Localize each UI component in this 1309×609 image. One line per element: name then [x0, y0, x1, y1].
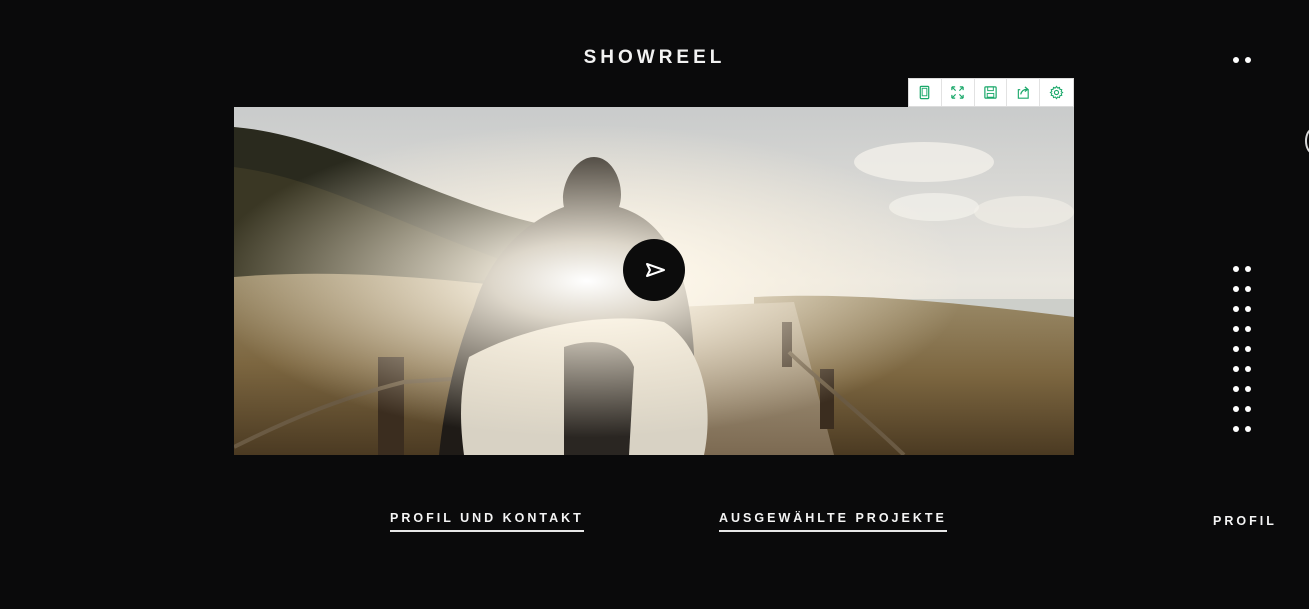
projekte-link[interactable]: AUSGEWÄHLTE PROJEKTE	[719, 511, 947, 532]
profil-kontakt-link[interactable]: PROFIL UND KONTAKT	[390, 511, 584, 532]
showreel-video[interactable]	[234, 107, 1074, 455]
save-disk-icon	[984, 86, 997, 99]
mobile-frame-icon	[920, 85, 930, 100]
expand-button[interactable]	[942, 79, 975, 106]
save-button[interactable]	[975, 79, 1008, 106]
share-button[interactable]	[1007, 79, 1041, 106]
menu-dots-icon[interactable]	[1233, 57, 1257, 63]
mobile-frame-button[interactable]	[909, 79, 942, 106]
share-arrow-icon	[1017, 86, 1029, 99]
scroll-indicator-icon	[1305, 128, 1309, 154]
play-icon	[646, 263, 665, 277]
section-dots-nav[interactable]	[1233, 266, 1257, 436]
gear-icon	[1049, 85, 1064, 100]
page-title: SHOWREEL	[583, 47, 726, 68]
play-button[interactable]	[623, 239, 685, 301]
side-profil-link[interactable]: PROFIL	[1213, 514, 1277, 528]
media-toolbar	[908, 78, 1074, 107]
expand-arrows-icon	[951, 86, 964, 99]
page: SHOWREEL PROFIL UND KONTAKT AUSGEWÄHLTE …	[0, 0, 1309, 609]
settings-button[interactable]	[1040, 79, 1073, 106]
